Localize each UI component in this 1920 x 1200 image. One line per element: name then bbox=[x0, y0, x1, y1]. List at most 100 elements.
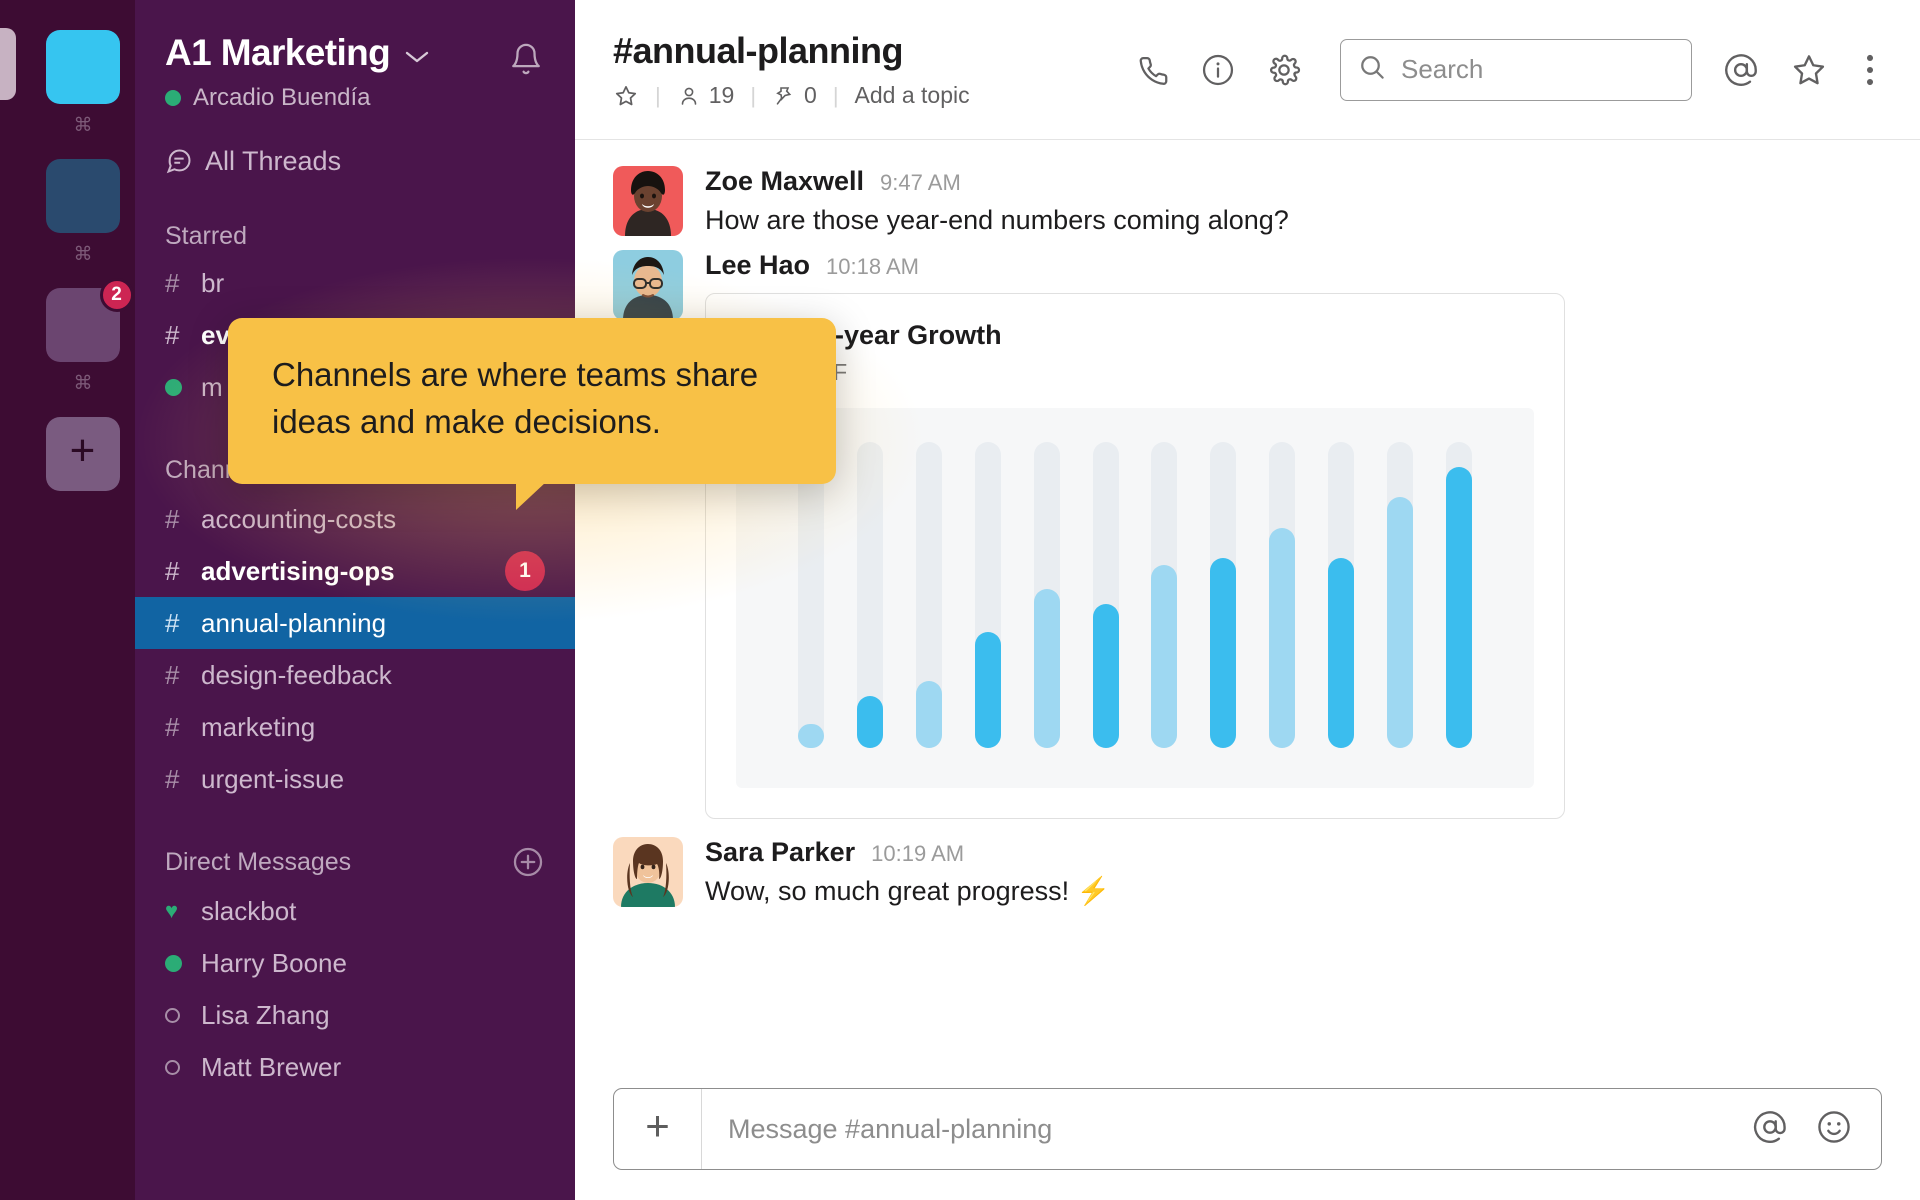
sidebar-item-label: marketing bbox=[201, 711, 316, 742]
member-count[interactable]: 19 bbox=[677, 82, 734, 109]
file-preview-chart bbox=[736, 408, 1534, 789]
sidebar-item-marketing[interactable]: # marketing bbox=[135, 701, 575, 753]
more-vertical-icon[interactable] bbox=[1858, 51, 1882, 89]
workspace-tile-2[interactable] bbox=[45, 159, 120, 233]
meta-separator: | bbox=[655, 82, 661, 108]
pin-count[interactable]: 0 bbox=[772, 82, 817, 109]
add-workspace-button[interactable]: + bbox=[45, 417, 120, 491]
workspace-peek-tab[interactable] bbox=[0, 28, 16, 100]
call-icon[interactable] bbox=[1134, 52, 1170, 88]
message-timestamp: 9:47 AM bbox=[880, 170, 961, 195]
sidebar-item-label: advertising-ops bbox=[201, 555, 395, 586]
file-meta: 78 kB PDF bbox=[736, 359, 1534, 386]
main-panel: #annual-planning | 19 | 0 | Add a topic … bbox=[575, 0, 1920, 1200]
sidebar-item-label: urgent-issue bbox=[201, 763, 345, 794]
chart-bar bbox=[856, 442, 883, 749]
emoji-icon[interactable] bbox=[1815, 1108, 1853, 1151]
chart-bar-fill bbox=[1210, 558, 1237, 749]
sidebar-item-slackbot[interactable]: ♥ slackbot bbox=[135, 885, 575, 937]
message-composer[interactable]: + Message #annual-planning bbox=[613, 1088, 1882, 1170]
chart-bar-fill bbox=[974, 631, 1001, 749]
chart-bar-fill bbox=[915, 680, 942, 749]
message-author[interactable]: Zoe Maxwell bbox=[705, 166, 864, 197]
message-author[interactable]: Sara Parker bbox=[705, 837, 855, 868]
chart-bar bbox=[1328, 442, 1355, 749]
star-outline-icon[interactable] bbox=[1790, 51, 1828, 89]
sidebar-item-all-threads[interactable]: All Threads bbox=[135, 134, 575, 188]
sidebar-item-annual-planning[interactable]: # annual-planning bbox=[135, 597, 575, 649]
presence-away-icon bbox=[165, 1007, 201, 1023]
search-input[interactable]: Search bbox=[1340, 38, 1692, 101]
chart-bar bbox=[1033, 442, 1060, 749]
sidebar-item-label: br bbox=[201, 267, 225, 298]
avatar[interactable] bbox=[613, 837, 683, 908]
sidebar-section-title-starred: Starred bbox=[165, 222, 247, 250]
info-icon[interactable] bbox=[1200, 52, 1236, 88]
sidebar-item-accounting-costs[interactable]: # accounting-costs bbox=[135, 493, 575, 545]
hash-icon: # bbox=[165, 267, 180, 298]
sidebar: A1 Marketing Arcadio Buendía All Threads… bbox=[135, 0, 575, 1200]
plus-icon[interactable]: + bbox=[614, 1089, 702, 1169]
workspace-avatar-2 bbox=[45, 159, 120, 233]
workspace-title: A1 Marketing bbox=[165, 32, 391, 73]
message-text: Wow, so much great progress! ⚡ bbox=[705, 876, 1111, 907]
message-item: Zoe Maxwell 9:47 AM How are those year-e… bbox=[613, 166, 1882, 238]
sidebar-section-starred: Starred bbox=[135, 222, 575, 251]
mention-icon[interactable] bbox=[1751, 1108, 1789, 1151]
workspace-tile-3[interactable]: 2 bbox=[45, 278, 134, 362]
mention-icon[interactable] bbox=[1722, 51, 1760, 89]
chart-bar-fill bbox=[856, 696, 883, 749]
add-topic-button[interactable]: Add a topic bbox=[855, 82, 970, 109]
workspace-tile-1[interactable] bbox=[45, 30, 120, 104]
hash-icon: # bbox=[165, 319, 180, 350]
chart-bar bbox=[915, 442, 942, 749]
slack-window: ⌘ ⌘ 2 ⌘ + A1 Marketing Arcadio Buendía A… bbox=[0, 0, 1920, 1200]
search-icon bbox=[1357, 52, 1387, 87]
heart-icon: ♥ bbox=[165, 898, 179, 923]
bell-icon[interactable] bbox=[509, 42, 543, 76]
header-actions: Search bbox=[1134, 38, 1882, 101]
sidebar-item-matt-brewer[interactable]: Matt Brewer bbox=[135, 1041, 575, 1093]
message-input[interactable]: Message #annual-planning bbox=[702, 1114, 1751, 1145]
message-item: Sara Parker 10:19 AM Wow, so much great … bbox=[613, 837, 1882, 909]
gear-icon[interactable] bbox=[1266, 52, 1302, 88]
chevron-down-icon[interactable] bbox=[404, 45, 430, 71]
hash-icon: # bbox=[165, 659, 180, 690]
sidebar-item-harry-boone[interactable]: Harry Boone bbox=[135, 937, 575, 989]
add-dm-icon[interactable] bbox=[511, 845, 545, 879]
sidebar-item-label: Lisa Zhang bbox=[201, 999, 330, 1030]
chart-bar bbox=[1210, 442, 1237, 749]
chart-bar bbox=[974, 442, 1001, 749]
onboarding-tooltip[interactable]: Channels are where teams share ideas and… bbox=[228, 318, 836, 510]
file-title: Year-on-year Growth bbox=[736, 320, 1002, 351]
sidebar-item-design-feedback[interactable]: # design-feedback bbox=[135, 649, 575, 701]
message-timestamp: 10:19 AM bbox=[871, 841, 965, 867]
sidebar-item-lisa-zhang[interactable]: Lisa Zhang bbox=[135, 989, 575, 1041]
chart-bar-fill bbox=[1092, 604, 1119, 749]
presence-indicator bbox=[165, 90, 181, 106]
chart-bar bbox=[1269, 442, 1296, 749]
avatar[interactable] bbox=[613, 250, 683, 321]
sidebar-item-starred-0[interactable]: # br bbox=[135, 257, 575, 309]
avatar[interactable] bbox=[613, 166, 683, 236]
sidebar-item-label: annual-planning bbox=[201, 607, 387, 638]
workspace-rail-edge bbox=[0, 0, 30, 1200]
sidebar-item-label: m bbox=[201, 371, 223, 402]
star-outline-icon[interactable] bbox=[613, 83, 639, 109]
chart-bar-fill bbox=[1387, 497, 1414, 749]
meta-separator: | bbox=[750, 82, 757, 108]
presence-dot-icon bbox=[165, 954, 201, 972]
hash-icon: # bbox=[165, 555, 180, 586]
sidebar-item-advertising-ops[interactable]: # advertising-ops 1 bbox=[135, 545, 575, 597]
workspace-unread-badge: 2 bbox=[99, 278, 134, 312]
message-author[interactable]: Lee Hao bbox=[705, 250, 810, 281]
sidebar-item-label: slackbot bbox=[201, 895, 297, 926]
tooltip-tail bbox=[516, 481, 546, 510]
presence-dot-icon bbox=[165, 378, 201, 396]
sidebar-item-urgent-issue[interactable]: # urgent-issue bbox=[135, 753, 575, 805]
workspace-header[interactable]: A1 Marketing Arcadio Buendía bbox=[135, 0, 575, 112]
hash-icon: # bbox=[165, 763, 180, 794]
chart-bar bbox=[798, 442, 824, 749]
chart-bar-fill bbox=[1445, 466, 1472, 749]
pin-icon bbox=[776, 86, 792, 105]
